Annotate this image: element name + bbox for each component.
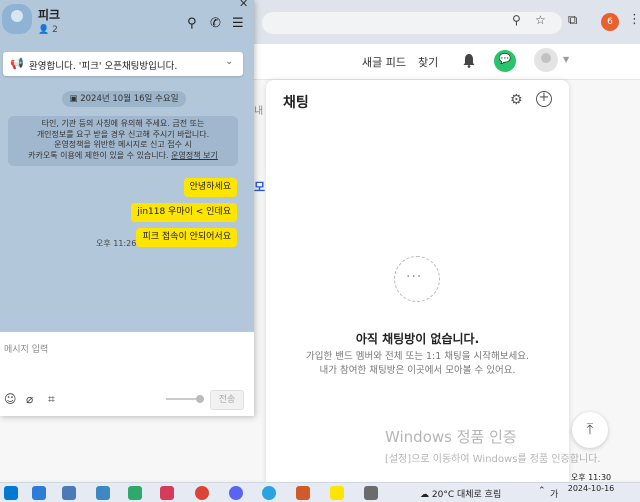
kakaotalk-icon[interactable] [330,486,344,500]
chat-panel-title: 채팅 [283,95,309,111]
opacity-slider[interactable] [166,395,204,403]
weather-widget[interactable]: ☁ 20°C 대체로 흐림 [420,487,501,500]
warning-line-4: 카카오톡 이용에 제한이 있을 수 있습니다. 운영정책 보기 [8,151,238,162]
clock-date: 2024-10-16 [567,484,615,493]
warning-last-text: 카카오톡 이용에 제한이 있을 수 있습니다. [28,150,169,160]
watermark-subtitle: [설정]으로 이동하여 Windows를 정품 인증합니다. [385,454,601,465]
store-icon[interactable] [32,486,46,500]
kakao-chat-window: 피크 👤 2 ⚲ ✆ ☰ ✕ 📢 환영합니다. '피크' 오픈채팅방입니다. ⌄… [0,0,254,416]
chevron-up-icon[interactable]: ⌃ [538,486,546,496]
warning-line-3: 운영정책을 위반한 메시지로 신고 접수 시 [54,140,192,149]
member-count-value: 2 [52,25,58,35]
more-menu-icon[interactable]: ⋮ [628,12,640,27]
message-composer: ☺ ⌀ ⌗ 전송 [0,332,254,416]
message-input[interactable] [4,340,244,360]
chat-panel: 채팅 ⚙ + 아직 채팅방이 없습니다. 가입한 밴드 멤버와 전체 또는 1:… [266,80,569,482]
windows-activation-watermark: Windows 정품 인증 [설정]으로 이동하여 Windows를 정품 인증… [385,426,601,465]
menu-icon[interactable]: ☰ [232,16,244,31]
empty-chat-icon [394,256,440,302]
cloud-icon: ☁ [420,490,429,500]
member-count: 👤 2 [38,25,58,35]
notice-bar[interactable]: 📢 환영합니다. '피크' 오픈채팅방입니다. ⌄ [3,52,243,76]
person-icon: 👤 [38,25,50,35]
calendar-icon: ▣ [69,94,78,104]
date-divider: ▣ 2024년 10월 16일 수요일 [62,91,186,107]
new-chat-button[interactable]: + [536,91,552,107]
close-icon[interactable]: ✕ [239,0,248,10]
chat-room-name: 피크 [38,8,61,22]
chat-header: 피크 👤 2 ⚲ ✆ ☰ ✕ [0,0,254,48]
my-message-bubble[interactable]: 피크 접속이 안되어서요 [136,228,237,247]
discord-icon[interactable] [229,486,243,500]
empty-state-title: 아직 채팅방이 없습니다. [355,332,480,346]
partial-link[interactable]: 모 [254,178,265,195]
attach-icon[interactable]: ⌀ [26,392,33,406]
chrome-icon[interactable] [195,486,209,500]
bell-icon[interactable] [462,53,476,68]
clock[interactable]: 오후 11:30 2024-10-16 [566,472,616,494]
taskbar: ☁ 20°C 대체로 흐림 ⌃ 가 오후 11:30 2024-10-16 [0,473,640,502]
app-icon[interactable] [364,486,378,500]
warning-line-2: 개인정보를 요구 받을 경우 신고해 주시기 바랍니다. [36,129,210,139]
calculator-icon[interactable] [62,486,76,500]
search-icon[interactable]: ⚲ [187,16,197,31]
chevron-down-icon[interactable]: ⌄ [225,56,233,67]
empty-state-description: 가입한 밴드 멤버와 전체 또는 1:1 채팅을 시작해보세요. 내가 참여한 … [266,350,569,378]
message-timestamp: 오후 11:26 [96,239,137,248]
app-icon[interactable] [128,486,142,500]
telegram-icon[interactable] [262,486,276,500]
app-icon[interactable] [160,486,174,500]
avatar[interactable] [534,48,558,72]
zoom-icon[interactable]: ⚲ [512,13,521,27]
gear-icon[interactable]: ⚙ [510,92,523,108]
capture-icon[interactable]: ⌗ [48,392,55,407]
phone-icon[interactable]: ✆ [210,16,221,31]
my-message-bubble[interactable]: jin118 우마이 < 인데요 [131,203,237,222]
profile-avatar[interactable]: 6 [601,13,619,31]
nav-new-feed[interactable]: 새글 피드 [362,54,406,70]
chevron-down-icon[interactable]: ▼ [563,55,569,64]
star-icon[interactable]: ☆ [535,13,546,27]
nav-search[interactable]: 찾기 [418,54,438,70]
ime-indicator[interactable]: 가 [550,487,558,500]
windows-start-icon[interactable] [4,486,18,500]
emoji-icon[interactable]: ☺ [4,392,17,406]
safety-warning: 타인, 기관 등의 사칭에 유의해 주세요. 금전 또는 개인정보를 요구 받을… [8,116,238,166]
date-divider-text: 2024년 10월 16일 수요일 [80,94,179,104]
policy-link[interactable]: 운영정책 보기 [171,151,218,160]
chat-room-avatar[interactable] [2,4,32,34]
extensions-icon[interactable]: ⧉ [568,13,577,28]
notepad-icon[interactable] [96,486,110,500]
empty-desc-line-1: 가입한 밴드 멤버와 전체 또는 1:1 채팅을 시작해보세요. [306,351,529,362]
megaphone-icon: 📢 [10,57,24,70]
my-message-bubble[interactable]: 안녕하세요 [183,178,237,197]
chat-icon[interactable]: 💬 [494,50,516,72]
send-button[interactable]: 전송 [210,390,244,410]
notice-text: 환영합니다. '피크' 오픈채팅방입니다. [29,61,178,72]
app-icon[interactable] [296,486,310,500]
watermark-title: Windows 정품 인증 [385,428,517,446]
weather-text: 20°C 대체로 흐림 [431,490,502,500]
warning-line-1: 타인, 기관 등의 사칭에 유의해 주세요. 금전 또는 [41,119,205,128]
clock-time: 오후 11:30 [570,473,612,482]
empty-desc-line-2: 내가 참여한 채팅방은 이곳에서 모아볼 수 있어요. [319,365,516,376]
